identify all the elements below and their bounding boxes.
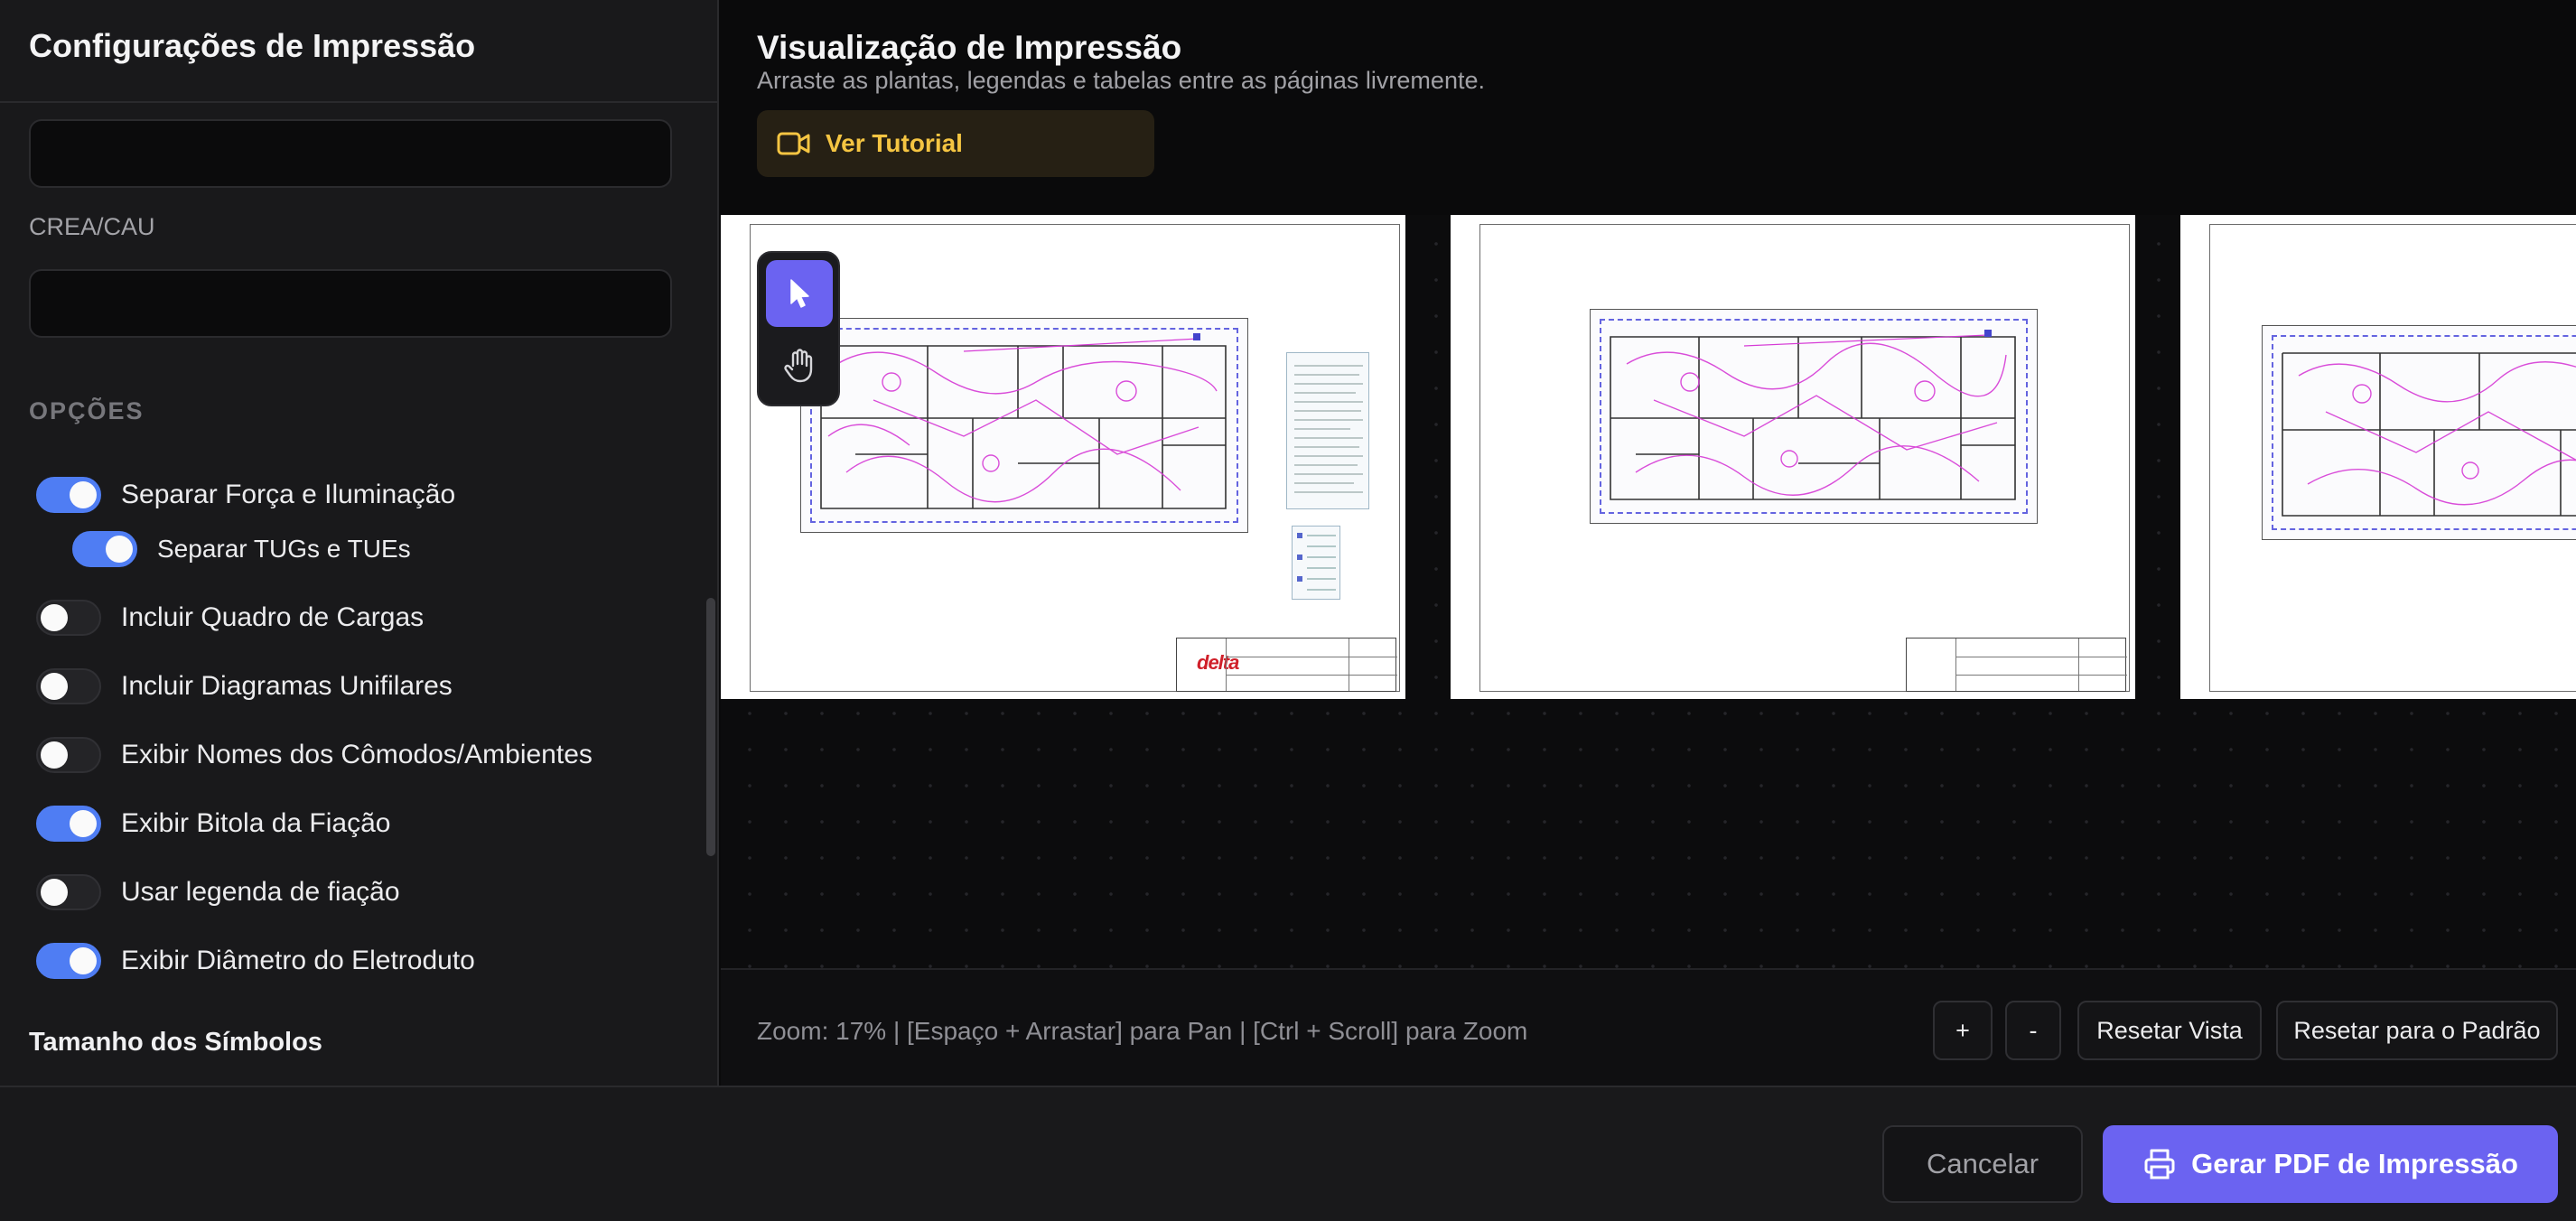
option-label: Exibir Nomes dos Cômodos/Ambientes xyxy=(121,740,593,769)
symbol-legend[interactable] xyxy=(1292,526,1340,600)
zoom-in-button[interactable]: + xyxy=(1933,1001,1993,1060)
zoom-out-button[interactable]: - xyxy=(2005,1001,2061,1060)
option-separar-tugs-tues[interactable]: Separar TUGs e TUEs xyxy=(72,529,411,569)
reset-default-button[interactable]: Resetar para o Padrão xyxy=(2276,1001,2558,1060)
preview-title: Visualização de Impressão xyxy=(757,29,1182,66)
sidebar-scrollbar[interactable] xyxy=(706,598,715,856)
toggle-knob xyxy=(106,536,133,563)
cancel-button[interactable]: Cancelar xyxy=(1882,1125,2083,1203)
preview-subtitle: Arraste as plantas, legendas e tabelas e… xyxy=(757,67,1485,94)
generate-pdf-label: Gerar PDF de Impressão xyxy=(2191,1148,2518,1179)
floor-plan-drawing xyxy=(1610,330,2016,500)
option-incluir-quadro-cargas[interactable]: Incluir Quadro de Cargas xyxy=(36,598,424,638)
legend-notes[interactable] xyxy=(1286,352,1369,509)
preview-status-bar: Zoom: 17% | [Espaço + Arrastar] para Pan… xyxy=(721,968,2576,1086)
company-logo: delta xyxy=(1197,651,1239,674)
toggle-switch[interactable] xyxy=(36,737,101,773)
option-exibir-nomes-comodos[interactable]: Exibir Nomes dos Cômodos/Ambientes xyxy=(36,735,593,775)
toggle-knob xyxy=(41,879,68,906)
tutorial-label: Ver Tutorial xyxy=(826,129,963,157)
option-label: Separar Força e Iluminação xyxy=(121,480,456,509)
crea-label: CREA/CAU xyxy=(29,213,155,240)
toggle-switch[interactable] xyxy=(36,874,101,910)
title-block-divider xyxy=(2078,638,2079,691)
option-label: Incluir Quadro de Cargas xyxy=(121,602,425,632)
option-incluir-diagramas-unifilares[interactable]: Incluir Diagramas Unifilares xyxy=(36,666,453,706)
video-camera-icon xyxy=(777,132,810,155)
toggle-knob xyxy=(41,673,68,700)
sidebar-title: Configurações de Impressão xyxy=(29,27,476,64)
toggle-knob xyxy=(70,481,97,508)
legend-text-lines xyxy=(1294,365,1363,493)
reset-view-button[interactable]: Resetar Vista xyxy=(2077,1001,2262,1060)
option-label: Separar TUGs e TUEs xyxy=(157,535,411,563)
print-sheet-2[interactable] xyxy=(1451,215,2135,699)
zoom-info: Zoom: 17% | [Espaço + Arrastar] para Pan… xyxy=(757,1017,1528,1045)
crea-input[interactable] xyxy=(29,269,672,338)
toggle-switch[interactable] xyxy=(36,943,101,979)
toggle-switch[interactable] xyxy=(36,477,101,513)
floor-plan-3[interactable] xyxy=(2262,325,2576,540)
hand-icon xyxy=(784,349,813,383)
sheet-title-block xyxy=(1906,638,2127,692)
floor-plan-drawing xyxy=(820,333,1227,509)
option-exibir-diametro-eletroduto[interactable]: Exibir Diâmetro do Eletroduto xyxy=(36,941,475,981)
title-block-divider xyxy=(1226,675,1397,676)
toggle-switch[interactable] xyxy=(72,531,137,567)
symbol-size-title: Tamanho dos Símbolos xyxy=(29,1028,322,1057)
floor-plan-1[interactable] xyxy=(800,318,1248,533)
view-tutorial-button[interactable]: Ver Tutorial xyxy=(757,110,1154,177)
dialog-footer: Cancelar Gerar PDF de Impressão xyxy=(0,1086,2576,1221)
option-label: Exibir Bitola da Fiação xyxy=(121,808,391,838)
settings-sidebar: Configurações de Impressão CREA/CAU OPÇÕ… xyxy=(0,0,719,1086)
toggle-switch[interactable] xyxy=(36,668,101,704)
toggle-switch[interactable] xyxy=(36,600,101,636)
print-sheet-3[interactable] xyxy=(2180,215,2576,699)
option-usar-legenda-fiacao[interactable]: Usar legenda de fiação xyxy=(36,872,400,912)
floor-plan-2[interactable] xyxy=(1590,309,2038,524)
printer-icon xyxy=(2144,1149,2175,1179)
responsible-input[interactable] xyxy=(29,119,672,188)
toggle-knob xyxy=(41,741,68,769)
preview-canvas[interactable]: delta xyxy=(721,215,2576,968)
toggle-knob xyxy=(70,947,97,974)
pan-tool-button[interactable] xyxy=(766,332,833,399)
generate-pdf-button[interactable]: Gerar PDF de Impressão xyxy=(2103,1125,2558,1203)
title-block-divider xyxy=(1226,638,1227,691)
title-block-divider xyxy=(1955,675,2127,676)
option-separar-forca-iluminacao[interactable]: Separar Força e Iluminação xyxy=(36,475,455,515)
tool-palette xyxy=(757,251,840,406)
toggle-switch[interactable] xyxy=(36,806,101,842)
option-label: Incluir Diagramas Unifilares xyxy=(121,671,453,701)
cursor-icon xyxy=(790,279,809,308)
options-section-label: OPÇÕES xyxy=(29,397,145,424)
select-tool-button[interactable] xyxy=(766,260,833,327)
option-label: Exibir Diâmetro do Eletroduto xyxy=(121,946,475,975)
toggle-knob xyxy=(41,604,68,631)
title-block-divider xyxy=(1955,638,1956,691)
symbol-legend-lines xyxy=(1297,533,1336,591)
option-label: Usar legenda de fiação xyxy=(121,877,400,907)
print-preview: Visualização de Impressão Arraste as pla… xyxy=(721,0,2576,1086)
sidebar-header: Configurações de Impressão xyxy=(0,0,717,103)
toggle-knob xyxy=(70,810,97,837)
floor-plan-drawing xyxy=(2282,352,2576,517)
option-exibir-bitola-fiacao[interactable]: Exibir Bitola da Fiação xyxy=(36,804,390,844)
sheet-title-block: delta xyxy=(1176,638,1397,692)
